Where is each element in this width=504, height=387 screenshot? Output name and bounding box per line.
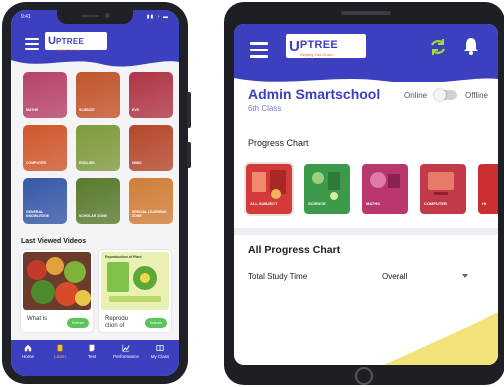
- logo-letter: U: [289, 37, 300, 55]
- video-caption: Reprodu ction of: [105, 316, 129, 330]
- subject-tile-english[interactable]: ENGLISH: [76, 125, 120, 171]
- bottom-nav: Home Learn Test Performance My Class: [11, 340, 179, 376]
- subject-label: COMPUTER: [26, 161, 47, 166]
- subject-tile-special-learning-zone[interactable]: SPECIAL LEARNING ZONE: [129, 178, 173, 224]
- chevron-down-icon[interactable]: [462, 274, 468, 278]
- logo-tagline: Helping You Grow...: [55, 47, 83, 52]
- chip-label: SCIENCE: [308, 201, 326, 206]
- chip-label: MATHS: [366, 201, 380, 206]
- subject-label: HINDI: [132, 161, 142, 166]
- chip-label: COMPUTER: [424, 201, 447, 206]
- video-caption: What is: [27, 316, 48, 322]
- subject-label: SCHOLAR ZONE: [79, 214, 107, 219]
- subject-chip-maths[interactable]: MATHS: [362, 164, 408, 214]
- subject-chip-hindi[interactable]: HI: [478, 164, 498, 214]
- menu-icon[interactable]: [250, 42, 268, 61]
- logo-tagline: Helping You Grow...: [299, 52, 335, 57]
- uptree-logo: U PTREE Helping You Grow...: [45, 32, 107, 52]
- offline-label: Offline: [465, 91, 488, 100]
- video-card[interactable]: Reproduction of Plant Reprodu ction of S…: [99, 250, 171, 332]
- period-select[interactable]: Overall: [382, 272, 407, 281]
- subject-tile-evs[interactable]: EVS: [129, 72, 173, 118]
- uptree-logo: U PTREE Helping You Grow...: [286, 34, 366, 58]
- logo-name: PTREE: [55, 36, 85, 46]
- video-thumbnail: [101, 252, 169, 310]
- power-button: [187, 142, 191, 168]
- last-viewed-title: Last Viewed Videos: [21, 238, 87, 245]
- learn-icon: [57, 344, 63, 352]
- subject-tile-computer[interactable]: COMPUTER: [23, 125, 67, 171]
- user-class: 6th Class: [248, 104, 282, 113]
- video-card[interactable]: What is Science: [21, 250, 93, 332]
- toggle-knob: [434, 89, 446, 101]
- subject-chip-all-subject[interactable]: ALL SUBJECT: [246, 164, 292, 214]
- subject-label: ENGLISH: [79, 161, 95, 166]
- online-label: Online: [404, 91, 428, 100]
- performance-icon: [122, 344, 130, 352]
- video-badge: Science: [145, 318, 167, 328]
- status-icons: ▮▮ ◔ ▬: [146, 14, 169, 20]
- test-icon: [89, 344, 95, 352]
- header-wave: [11, 60, 179, 72]
- chip-art: [428, 172, 454, 195]
- subject-chip-computer[interactable]: COMPUTER: [420, 164, 466, 214]
- logo-name: PTREE: [299, 39, 339, 51]
- chip-art: [370, 172, 400, 188]
- chip-label: HI: [482, 201, 486, 206]
- chip-art: [312, 172, 340, 200]
- right-phone-screen: U PTREE Helping You Grow... Admin Smarts: [234, 24, 498, 365]
- subject-tile-general-knowledge[interactable]: GENERAL KNOWLEDGE: [23, 178, 67, 224]
- subject-label: SPECIAL LEARNING ZONE: [132, 210, 167, 219]
- app-header: U PTREE Helping You Grow...: [234, 24, 498, 90]
- phone-speaker: [341, 11, 391, 15]
- chip-art: [252, 170, 286, 199]
- sync-icon[interactable]: [428, 37, 448, 57]
- home-button[interactable]: [355, 367, 373, 385]
- online-toggle[interactable]: [434, 89, 457, 101]
- nav-performance[interactable]: Performance: [111, 344, 141, 359]
- all-progress-chart-title: All Progress Chart: [248, 244, 341, 256]
- nav-label: Learn: [54, 354, 66, 359]
- nav-label: Test: [87, 354, 97, 359]
- nav-learn[interactable]: Learn: [45, 344, 75, 359]
- nav-home[interactable]: Home: [13, 344, 43, 359]
- subject-label: GENERAL KNOWLEDGE: [26, 210, 50, 219]
- left-phone-screen: 9:41 ▮▮ ◔ ▬ U PTREE Helping You Grow... …: [11, 10, 179, 376]
- subject-tile-science[interactable]: SCIENCE: [76, 72, 120, 118]
- bell-icon[interactable]: [461, 36, 481, 56]
- video-thumb-title: Reproduction of Plant: [105, 255, 142, 259]
- nav-label: Home: [21, 354, 34, 359]
- right-phone: U PTREE Helping You Grow... Admin Smarts: [224, 2, 504, 385]
- nav-label: Performance: [113, 354, 139, 359]
- subject-tile-hindi[interactable]: HINDI: [129, 125, 173, 171]
- menu-icon[interactable]: [25, 38, 39, 53]
- section-divider: [234, 228, 498, 235]
- subject-label: SCIENCE: [79, 108, 95, 113]
- nav-label: My Class: [150, 354, 170, 359]
- logo-letter: U: [48, 35, 56, 47]
- nav-my-class[interactable]: My Class: [145, 344, 175, 359]
- home-icon: [24, 344, 32, 352]
- study-time-area: [384, 312, 498, 365]
- subject-tile-scholar-zone[interactable]: SCHOLAR ZONE: [76, 178, 120, 224]
- subject-tile-maths[interactable]: MATHS: [23, 72, 67, 118]
- volume-button: [187, 92, 191, 128]
- total-study-time-label: Total Study Time: [248, 272, 308, 281]
- left-phone: 9:41 ▮▮ ◔ ▬ U PTREE Helping You Grow... …: [2, 2, 191, 384]
- status-time: 9:41: [21, 14, 31, 20]
- my-class-icon: [156, 345, 164, 351]
- subject-label: EVS: [132, 108, 140, 113]
- subject-label: MATHS: [26, 108, 39, 113]
- phone-notch: [57, 10, 133, 24]
- video-badge: Science: [67, 318, 89, 328]
- subject-chip-science[interactable]: SCIENCE: [304, 164, 350, 214]
- progress-chart-title: Progress Chart: [248, 138, 309, 148]
- nav-test[interactable]: Test: [77, 344, 107, 359]
- user-name: Admin Smartschool: [248, 86, 381, 102]
- chip-label: ALL SUBJECT: [250, 201, 278, 206]
- video-thumbnail: [23, 252, 91, 310]
